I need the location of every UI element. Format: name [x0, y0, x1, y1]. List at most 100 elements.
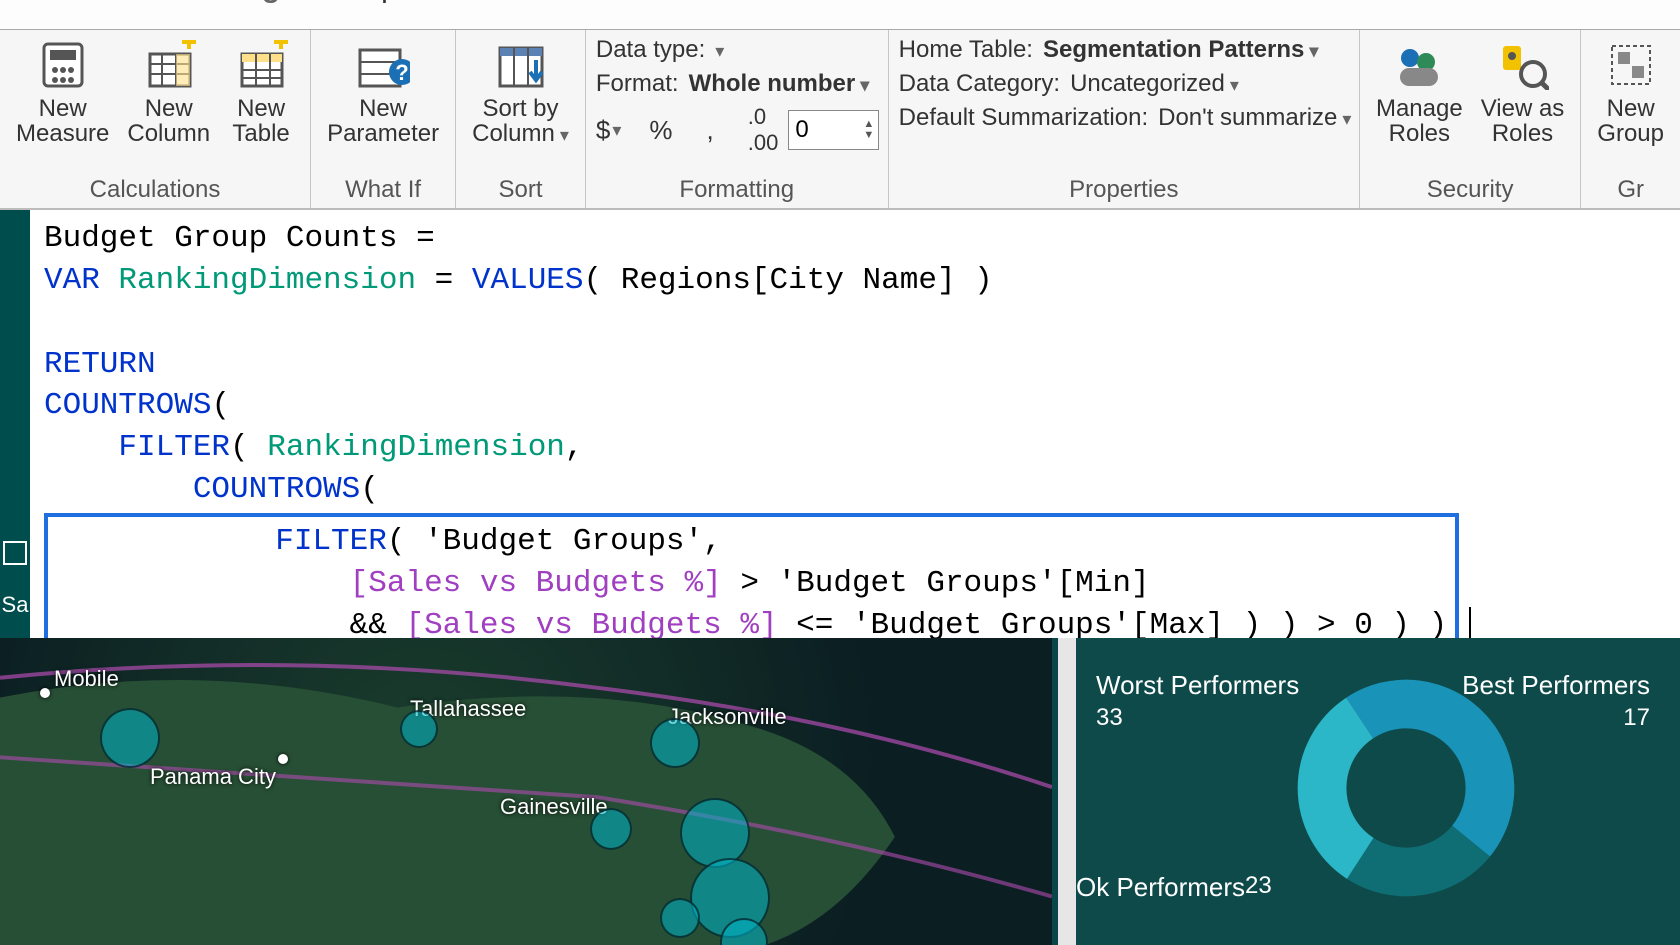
map-bubble[interactable] — [100, 708, 160, 768]
format-label: Format: — [596, 70, 679, 98]
group-title-security: Security — [1370, 173, 1570, 208]
eq: = — [397, 221, 453, 256]
map-bubble[interactable] — [650, 718, 700, 768]
assign: = — [416, 263, 472, 298]
fn-filter2: FILTER — [275, 524, 387, 559]
donut-label-worst-name: Worst Performers — [1096, 670, 1299, 700]
group-title-calculations: Calculations — [10, 173, 300, 208]
formula-bar[interactable]: Budget Group Counts = VAR RankingDimensi… — [30, 210, 1680, 666]
values-arg: ( Regions[City Name] ) — [584, 263, 993, 298]
group-security: Manage Roles View as Roles Security — [1360, 30, 1581, 208]
map-city-mobile: Mobile — [54, 666, 119, 692]
svg-text:?: ? — [395, 60, 408, 85]
fn-countrows2: COUNTROWS — [193, 472, 360, 507]
new-column-label: New Column — [127, 96, 210, 146]
tab-data-drill[interactable]: Data / Drill — [577, 0, 773, 17]
map-bubble[interactable] — [590, 808, 632, 850]
measure-name: Budget Group Counts — [44, 221, 397, 256]
group-title-groups: Gr — [1591, 173, 1670, 208]
home-table-label: Home Table: — [899, 36, 1033, 64]
tab-view[interactable]: View — [0, 0, 120, 17]
new-table-label: New Table — [232, 96, 289, 146]
fn-countrows: COUNTROWS — [44, 388, 211, 423]
summarization-dropdown[interactable]: Don't summarize — [1158, 104, 1351, 132]
format-dropdown[interactable]: Whole number — [689, 70, 870, 98]
tab-format[interactable]: Format — [426, 0, 577, 17]
map-land — [0, 638, 1052, 945]
sort-by-column-button[interactable]: Sort by Column — [466, 36, 575, 148]
filter1-arg: RankingDimension — [267, 430, 565, 465]
home-table-dropdown[interactable]: Segmentation Patterns — [1043, 36, 1318, 64]
donut-label-ok-value: 23 — [1245, 872, 1272, 903]
group-title-formatting: Formatting — [596, 173, 878, 208]
data-category-label: Data Category: — [899, 70, 1060, 98]
map-dot — [278, 754, 288, 764]
new-parameter-button[interactable]: ? New Parameter — [321, 36, 445, 148]
sort-icon — [494, 38, 548, 92]
group-groups: New Group Gr — [1581, 30, 1680, 208]
data-type-label: Data type: — [596, 36, 705, 64]
tab-help[interactable]: Help — [308, 0, 426, 17]
decimal-places-input[interactable]: ▲▼ — [788, 110, 879, 150]
group-title-properties: Properties — [899, 173, 1349, 208]
group-title-sort: Sort — [466, 173, 575, 208]
currency-button[interactable]: $ — [596, 115, 622, 146]
calculator-icon — [36, 38, 90, 92]
kw-return: RETURN — [44, 347, 156, 382]
donut-chart — [1276, 658, 1536, 918]
donut-label-ok-name: Ok Performers — [1076, 872, 1245, 903]
data-type-dropdown[interactable] — [715, 36, 724, 64]
parameter-icon: ? — [356, 38, 410, 92]
percent-button[interactable]: % — [649, 115, 672, 146]
map-bubble[interactable] — [660, 898, 700, 938]
paren1: ( — [211, 388, 230, 423]
comma: , — [565, 430, 584, 465]
report-view-icon — [2, 540, 28, 566]
map-city-panama: Panama City — [150, 764, 276, 790]
gt-clause: > 'Budget Groups'[Min] — [722, 566, 1150, 601]
group-properties: Home Table: Segmentation Patterns Data C… — [889, 30, 1360, 208]
new-table-icon — [234, 38, 288, 92]
new-group-icon — [1604, 38, 1658, 92]
paren2: ( — [360, 472, 379, 507]
sort-by-column-label: Sort by Column — [472, 96, 569, 146]
new-measure-label: New Measure — [16, 96, 109, 146]
view-as-roles-icon — [1495, 38, 1549, 92]
manage-roles-label: Manage Roles — [1376, 96, 1463, 146]
manage-roles-button[interactable]: Manage Roles — [1370, 36, 1469, 148]
kw-var: VAR — [44, 263, 118, 298]
manage-roles-icon — [1392, 38, 1446, 92]
map-bubble[interactable] — [680, 798, 750, 868]
new-parameter-label: New Parameter — [327, 96, 439, 146]
report-canvas: Mobile Panama City Tallahassee Jacksonvi… — [0, 638, 1680, 945]
new-measure-button[interactable]: New Measure — [10, 36, 115, 148]
group-title-whatif: What If — [321, 173, 445, 208]
new-group-button[interactable]: New Group — [1591, 36, 1670, 148]
map-visual[interactable]: Mobile Panama City Tallahassee Jacksonvi… — [0, 638, 1058, 945]
tab-modeling[interactable]: Modeling — [120, 0, 308, 17]
thousands-button[interactable]: , — [707, 115, 714, 146]
filter1-open: ( — [230, 430, 267, 465]
selection-highlight: FILTER( 'Budget Groups', [Sales vs Budge… — [44, 513, 1459, 655]
group-whatif: ? New Parameter What If — [311, 30, 456, 208]
left-rail-label: Sa — [0, 592, 30, 618]
new-table-button[interactable]: New Table — [222, 36, 300, 148]
var-name: RankingDimension — [118, 263, 416, 298]
fn-values: VALUES — [472, 263, 584, 298]
new-column-icon — [142, 38, 196, 92]
donut-label-worst: Worst Performers 33 — [1096, 670, 1299, 732]
map-bubble[interactable] — [400, 710, 438, 748]
map-city-gainesville: Gainesville — [500, 794, 608, 820]
formula-area: Budget Group Counts = VAR RankingDimensi… — [30, 210, 1680, 682]
view-as-roles-button[interactable]: View as Roles — [1475, 36, 1571, 148]
fn-filter1: FILTER — [118, 430, 230, 465]
new-column-button[interactable]: New Column — [121, 36, 216, 148]
donut-visual[interactable]: Worst Performers 33 Best Performers 17 O… — [1076, 638, 1680, 945]
data-category-dropdown[interactable]: Uncategorized — [1070, 70, 1239, 98]
decimal-places-field[interactable] — [789, 116, 859, 144]
decimal-spinner[interactable]: ▲▼ — [859, 119, 878, 141]
donut-label-best-value: 17 — [1623, 704, 1650, 731]
pane-splitter[interactable] — [1058, 638, 1076, 945]
ribbon: New Measure New Column New Table Calcula… — [0, 30, 1680, 210]
group-calculations: New Measure New Column New Table Calcula… — [0, 30, 311, 208]
